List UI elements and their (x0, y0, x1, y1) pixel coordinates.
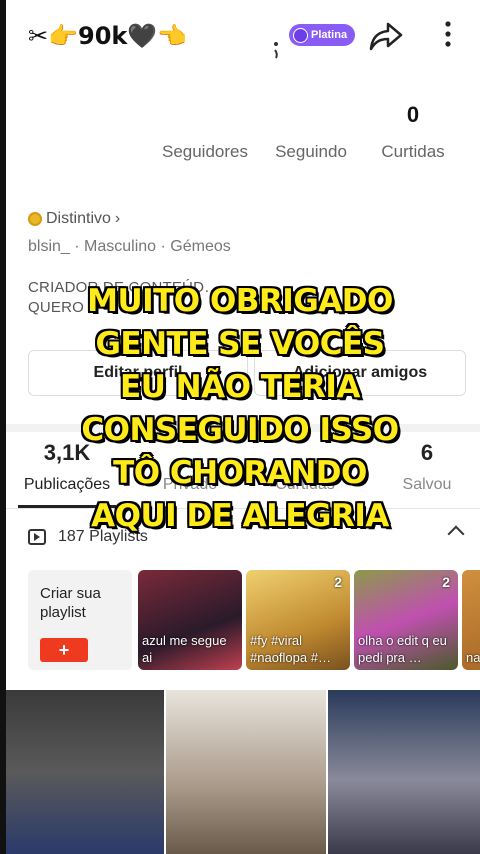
badge-link[interactable]: Distintivo › (28, 210, 458, 228)
playlist-caption: azul me segue ai (142, 633, 227, 665)
coin-icon (28, 212, 42, 226)
likes-count: 0 (406, 102, 420, 127)
username: ✂👉90k🖤👈 (28, 22, 188, 50)
badge-label: Platina (311, 29, 348, 41)
caption-overlay: MUITO OBRIGADO GENTE SE VOCÊS EU NÃO TER… (0, 280, 480, 538)
profile-page: ✂👉90k🖤👈 Platina Seguidores Seguindo 0 Cu… (0, 0, 480, 854)
share-icon[interactable] (368, 18, 404, 54)
following-label: Seguindo (275, 142, 347, 161)
likes-label: Curtidas (381, 142, 445, 161)
playlist-card[interactable]: 2 #fy #viral #naoflopa #… (246, 570, 350, 670)
create-playlist-button[interactable]: + (40, 638, 88, 662)
playlist-caption: na (466, 650, 480, 665)
followers-count (150, 102, 260, 130)
video-thumbnail[interactable] (328, 690, 480, 854)
profile-stats: Seguidores Seguindo 0 Curtidas (150, 102, 460, 162)
playlist-count: 2 (334, 574, 342, 590)
chevron-right-icon: › (114, 210, 121, 227)
playlist-card[interactable]: 2 olha o edit q eu pedi pra … (354, 570, 458, 670)
caption-line: GENTE SE VOCÊS (95, 326, 385, 362)
playlist-card[interactable]: azul me segue ai (138, 570, 242, 670)
playlist-caption: #fy #viral #naoflopa #… (250, 633, 331, 665)
caption-line: EU NÃO TERIA (120, 369, 360, 405)
followers-stat[interactable]: Seguidores (150, 102, 260, 162)
create-playlist-card[interactable]: Criar sua playlist + (28, 570, 132, 670)
profile-header: ✂👉90k🖤👈 Platina (28, 18, 462, 59)
platinum-badge[interactable]: Platina (289, 24, 356, 46)
video-thumbnail[interactable] (166, 690, 326, 854)
more-options-icon[interactable] (438, 18, 458, 54)
following-count (256, 102, 366, 130)
loading-icon (274, 42, 278, 59)
video-thumbnail[interactable] (0, 690, 164, 854)
caption-line: MUITO OBRIGADO (87, 283, 393, 319)
following-stat[interactable]: Seguindo (256, 102, 366, 162)
playlist-count: 2 (442, 574, 450, 590)
followers-label: Seguidores (161, 142, 248, 161)
create-playlist-label: Criar sua playlist (40, 585, 101, 621)
video-grid (0, 690, 480, 854)
badge-link-label: Distintivo (46, 210, 111, 227)
playlist-caption: olha o edit q eu pedi pra … (358, 633, 447, 665)
caption-line: TÔ CHORANDO (113, 455, 367, 491)
likes-stat[interactable]: 0 Curtidas (358, 102, 468, 162)
badge-icon (293, 27, 308, 43)
profile-meta: blsin_ · Masculino · Gémeos (28, 238, 231, 255)
playlist-card[interactable]: na (462, 570, 480, 670)
caption-line: AQUI DE ALEGRIA (91, 498, 389, 534)
caption-line: CONSEGUIDO ISSO (81, 412, 399, 448)
